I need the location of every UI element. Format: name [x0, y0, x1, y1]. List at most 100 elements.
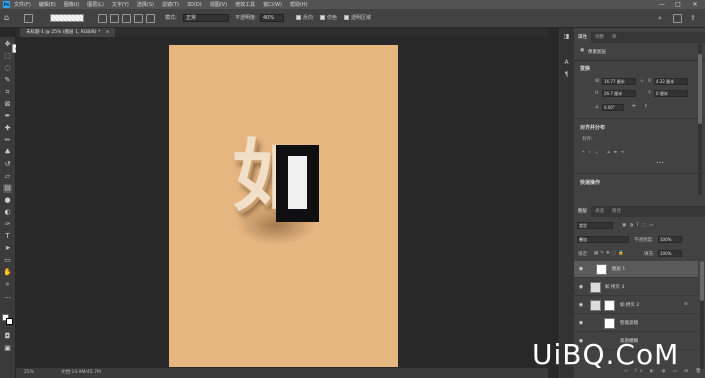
healing-brush-tool-icon[interactable]: ✚ [3, 124, 12, 133]
history-panel-icon[interactable]: ◨ [562, 32, 571, 41]
menu-window[interactable]: 窗口(W) [263, 1, 282, 8]
menu-type[interactable]: 文字(Y) [112, 1, 129, 8]
visibility-eye-icon[interactable]: ◉ [578, 302, 584, 308]
diamond-gradient-icon[interactable] [146, 14, 155, 23]
visibility-eye-icon[interactable]: ◉ [578, 266, 584, 272]
properties-scrollbar[interactable] [698, 44, 702, 194]
clone-stamp-tool-icon[interactable]: ♣ [3, 148, 12, 157]
menu-image[interactable]: 图像(I) [64, 1, 79, 8]
angle-gradient-icon[interactable] [122, 14, 131, 23]
background-color[interactable] [6, 318, 13, 325]
marquee-tool-icon[interactable]: ⬚ [3, 52, 12, 61]
transparency-checkbox[interactable]: 透明区域 [344, 14, 371, 23]
document-tab[interactable]: 未标题-1 @ 25% (图层 1, RGB/8) * × [20, 28, 116, 37]
maximize-button[interactable]: □ [672, 0, 684, 9]
color-swatches[interactable] [2, 314, 13, 325]
tab-channels[interactable]: 通道 [591, 206, 608, 217]
menu-file[interactable]: 文件(F) [14, 1, 31, 8]
gradient-tool-preset-icon[interactable] [24, 14, 33, 23]
tab-layers[interactable]: 图层 [574, 206, 591, 217]
blur-tool-icon[interactable]: ● [3, 196, 12, 205]
menu-layer[interactable]: 图层(L) [87, 1, 104, 8]
opacity-input[interactable]: 40% [260, 14, 284, 22]
quick-mask-icon[interactable]: ◘ [3, 332, 12, 341]
lock-icons[interactable]: ▦✎✥⬚🔒 [594, 251, 626, 256]
menu-view[interactable]: 视图(V) [210, 1, 227, 8]
pen-tool-icon[interactable]: ✑ [3, 220, 12, 229]
layers-scrollbar[interactable] [700, 261, 704, 369]
layer-filter-icons[interactable]: ▣◑T⬚▭ [622, 223, 656, 228]
radial-gradient-icon[interactable] [110, 14, 119, 23]
close-window-button[interactable]: ✕ [689, 0, 701, 9]
path-select-tool-icon[interactable]: ➤ [3, 244, 12, 253]
tab-paths[interactable]: 路径 [608, 206, 625, 217]
dither-checkbox[interactable]: 仿色 [320, 14, 337, 23]
quick-select-tool-icon[interactable]: ✎ [3, 76, 12, 85]
properties-scroll-thumb[interactable] [698, 54, 702, 124]
dodge-tool-icon[interactable]: ◐ [3, 208, 12, 217]
menu-3d[interactable]: 3D(D) [187, 2, 202, 8]
align-title[interactable]: 对齐并分布 [580, 124, 605, 131]
visibility-eye-icon[interactable]: ◉ [578, 320, 584, 326]
gradient-tool-icon[interactable]: ▤ [3, 184, 12, 193]
eyedropper-tool-icon[interactable]: ✒ [3, 112, 12, 121]
quick-actions-title[interactable]: 快速操作 [580, 179, 600, 186]
fill-input[interactable]: 100% [658, 250, 682, 257]
zoom-tool-icon[interactable]: ⌕ [3, 280, 12, 289]
search-icon[interactable]: ⌕ [658, 14, 662, 23]
layer-row[interactable]: ◉ 如 拷贝 2 ⊛ [574, 297, 698, 314]
layers-scroll-thumb[interactable] [700, 261, 704, 301]
minimize-button[interactable]: — [656, 0, 668, 9]
reflected-gradient-icon[interactable] [134, 14, 143, 23]
layer-opacity-input[interactable]: 100% [658, 236, 682, 243]
menu-help[interactable]: 帮助(H) [290, 1, 308, 8]
x-input[interactable]: 4.22 厘米 [654, 78, 688, 85]
tab-adjustments[interactable]: 调整 [591, 32, 608, 43]
lasso-tool-icon[interactable]: ◌ [3, 64, 12, 73]
frame-tool-icon[interactable]: ⊠ [3, 100, 12, 109]
angle-input[interactable]: 0.00° [602, 104, 624, 111]
menu-edit[interactable]: 编辑(E) [39, 1, 56, 8]
blend-mode-select[interactable]: 叠加 [577, 236, 629, 243]
smart-filter-badge-icon[interactable]: ⊛ [684, 302, 688, 307]
mode-select[interactable]: 正常 [183, 14, 229, 22]
eraser-tool-icon[interactable]: ▱ [3, 172, 12, 181]
home-icon[interactable]: ⌂ [4, 13, 14, 23]
move-tool-icon[interactable]: ✥ [3, 40, 12, 49]
reverse-checkbox[interactable]: 反向 [296, 14, 313, 23]
w-input[interactable]: 16.77 厘米 [602, 78, 636, 85]
hand-tool-icon[interactable]: ✋ [3, 268, 12, 277]
align-more-button[interactable]: ••• [656, 161, 664, 166]
more-tools-icon[interactable]: … [3, 292, 12, 301]
paragraph-panel-icon[interactable]: ¶ [562, 70, 571, 79]
character-panel-icon[interactable]: A [562, 58, 571, 67]
crop-tool-icon[interactable]: ⌗ [3, 88, 12, 97]
document-tab-close-icon[interactable]: × [106, 30, 110, 35]
share-icon[interactable]: ⇪ [690, 14, 696, 23]
rectangle-tool-icon[interactable]: ▭ [3, 256, 12, 265]
h-input[interactable]: 26.7 厘米 [602, 90, 636, 97]
y-input[interactable]: 0 厘米 [654, 90, 688, 97]
transform-title[interactable]: 变换 [580, 65, 590, 72]
flip-vertical-icon[interactable]: ⇳ [644, 104, 648, 109]
menu-filter[interactable]: 滤镜(T) [162, 1, 179, 8]
link-icon[interactable]: ∞ [640, 79, 644, 84]
type-tool-icon[interactable]: T [3, 232, 12, 241]
layer-row[interactable]: ◉ 图层 1 [574, 261, 698, 278]
tab-properties[interactable]: 属性 [574, 32, 591, 43]
layer-row[interactable]: ◉ 如 拷贝 3 [574, 279, 698, 296]
zoom-level[interactable]: 25% [24, 368, 34, 378]
visibility-eye-icon[interactable]: ◉ [578, 284, 584, 290]
menu-plugins[interactable]: 增效工具 [235, 1, 255, 8]
gradient-swatch[interactable] [50, 14, 84, 22]
screen-mode-icon[interactable]: ▣ [3, 344, 12, 353]
menu-select[interactable]: 选择(S) [137, 1, 154, 8]
layer-row[interactable]: ◉ 智能滤镜 [574, 315, 698, 332]
flip-horizontal-icon[interactable]: ⇹ [632, 104, 636, 109]
align-buttons-icon[interactable]: ⫞⫟⫠ ⫡⫢⫣ [582, 149, 627, 155]
layer-filter-select[interactable]: 类型 [577, 222, 613, 229]
brush-tool-icon[interactable]: ✏ [3, 136, 12, 145]
linear-gradient-icon[interactable] [98, 14, 107, 23]
history-brush-tool-icon[interactable]: ↺ [3, 160, 12, 169]
workspace-icon[interactable] [673, 14, 682, 23]
